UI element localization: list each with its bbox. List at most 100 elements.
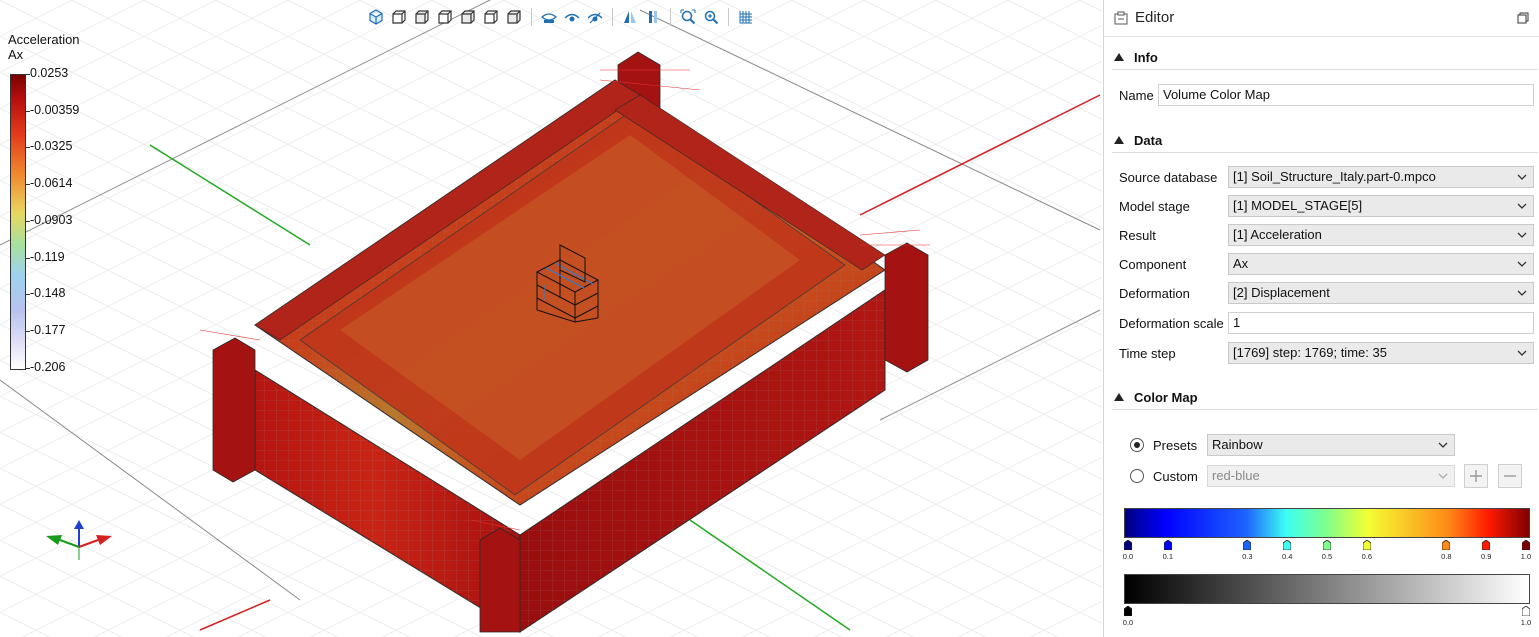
color-stop-label: 0.5 xyxy=(1321,552,1333,561)
radio-selected-dot xyxy=(1134,442,1140,448)
color-stop-marker[interactable] xyxy=(1124,540,1132,550)
legend-component: Ax xyxy=(8,47,24,62)
view-back-icon[interactable] xyxy=(412,7,432,27)
rainbow-color-ramp[interactable] xyxy=(1124,508,1530,538)
result-select[interactable]: [1] Acceleration xyxy=(1228,224,1534,246)
view-right-icon[interactable] xyxy=(458,7,478,27)
editor-titlebar: Editor xyxy=(1104,0,1539,37)
color-stop-marker[interactable] xyxy=(1283,540,1292,550)
info-section-header[interactable]: Info xyxy=(1112,47,1538,70)
color-stop-label: 0.8 xyxy=(1441,552,1452,561)
name-field[interactable]: Volume Color Map xyxy=(1158,84,1534,106)
chevron-down-icon xyxy=(1438,442,1448,448)
presets-label: Presets xyxy=(1153,438,1198,453)
presets-select[interactable]: Rainbow xyxy=(1207,434,1455,456)
component-value: Ax xyxy=(1233,256,1249,271)
color-stop-label: 1.0 xyxy=(1520,552,1532,561)
chevron-down-icon xyxy=(1517,350,1527,356)
eye-icon[interactable] xyxy=(562,7,582,27)
legend-label: -0.0614 xyxy=(30,176,73,190)
model-view[interactable] xyxy=(0,0,1102,637)
color-stop-marker[interactable] xyxy=(1362,540,1371,550)
custom-colormap-select[interactable]: red-blue xyxy=(1207,465,1455,487)
time-step-select[interactable]: [1769] step: 1769; time: 35 xyxy=(1228,342,1534,364)
color-stop-marker[interactable] xyxy=(1522,540,1530,550)
chevron-down-icon xyxy=(1517,261,1527,267)
color-stop-label: 1.0 xyxy=(1520,618,1532,627)
data-section-header[interactable]: Data xyxy=(1112,130,1538,153)
legend-label: -0.00359 xyxy=(30,103,80,117)
model-stage-value: [1] MODEL_STAGE[5] xyxy=(1233,198,1363,213)
color-stop-label: 0.4 xyxy=(1281,552,1293,561)
columns-icon[interactable] xyxy=(643,7,663,27)
view-left-icon[interactable] xyxy=(435,7,455,27)
legend-label: 0.0253 xyxy=(30,66,69,80)
chevron-down-icon xyxy=(1517,203,1527,209)
view-toolbar xyxy=(366,6,756,28)
corner-column xyxy=(479,527,521,633)
view-iso-icon[interactable] xyxy=(366,7,386,27)
color-stop-label: 0.0 xyxy=(1122,618,1134,627)
view-top-icon[interactable] xyxy=(481,7,501,27)
model-stage-select[interactable]: [1] MODEL_STAGE[5] xyxy=(1228,195,1534,217)
add-stop-button[interactable] xyxy=(1464,464,1488,488)
color-stop-marker[interactable] xyxy=(1442,540,1451,550)
data-section-title: Data xyxy=(1134,133,1163,148)
mirror-icon[interactable] xyxy=(620,7,640,27)
chevron-down-icon xyxy=(1438,473,1448,479)
collapse-icon[interactable] xyxy=(1114,53,1124,61)
editor-title: Editor xyxy=(1135,9,1175,26)
view-front-icon[interactable] xyxy=(389,7,409,27)
color-stop-label: 0.1 xyxy=(1162,552,1174,561)
show-surface-icon[interactable] xyxy=(539,7,559,27)
grid-icon[interactable] xyxy=(736,7,756,27)
color-stop-marker[interactable] xyxy=(1482,540,1491,550)
plus-icon xyxy=(1470,470,1482,482)
result-value: [1] Acceleration xyxy=(1233,227,1322,242)
zoom-fit-icon[interactable] xyxy=(678,7,698,27)
custom-label: Custom xyxy=(1153,469,1198,484)
color-stop-marker[interactable] xyxy=(1323,540,1331,550)
presets-radio[interactable] xyxy=(1130,438,1144,452)
toolbar-separator xyxy=(612,8,613,26)
presets-value: Rainbow xyxy=(1212,437,1263,452)
collapse-icon[interactable] xyxy=(1114,393,1124,401)
deformation-scale-label: Deformation scale xyxy=(1119,316,1224,331)
legend-color-bar xyxy=(10,74,26,370)
custom-colormap-value: red-blue xyxy=(1212,468,1260,483)
deformation-select[interactable]: [2] Displacement xyxy=(1228,282,1534,304)
color-stop-label: 0.0 xyxy=(1122,552,1134,561)
remove-stop-button[interactable] xyxy=(1498,464,1522,488)
zoom-icon[interactable] xyxy=(701,7,721,27)
legend-label: -0.206 xyxy=(30,360,66,374)
view-bottom-icon[interactable] xyxy=(504,7,524,27)
grayscale-color-ramp[interactable] xyxy=(1124,574,1530,604)
eye-hidden-icon[interactable] xyxy=(585,7,605,27)
component-label: Component xyxy=(1119,257,1187,272)
float-window-icon[interactable] xyxy=(1517,12,1529,24)
colormap-section-header[interactable]: Color Map xyxy=(1112,387,1538,410)
chevron-down-icon xyxy=(1517,174,1527,180)
time-step-value: [1769] step: 1769; time: 35 xyxy=(1233,345,1387,360)
colormap-section-title: Color Map xyxy=(1134,390,1198,405)
toolbar-separator xyxy=(728,8,729,26)
source-database-select[interactable]: [1] Soil_Structure_Italy.part-0.mpco xyxy=(1228,166,1534,188)
3d-viewport[interactable]: Acceleration Ax 0.0253 -0.00359 -0.0325 … xyxy=(0,0,1102,637)
component-select[interactable]: Ax xyxy=(1228,253,1534,275)
corner-column xyxy=(884,242,929,373)
corner-column xyxy=(212,337,256,483)
minus-icon xyxy=(1504,475,1516,477)
color-stop-marker[interactable] xyxy=(1163,540,1172,550)
collapse-icon[interactable] xyxy=(1114,136,1124,144)
color-stop-marker[interactable] xyxy=(1124,606,1132,616)
color-stop-marker[interactable] xyxy=(1243,540,1252,550)
custom-radio[interactable] xyxy=(1130,469,1144,483)
legend-label: -0.177 xyxy=(30,323,66,337)
color-stop-label: 0.6 xyxy=(1361,552,1373,561)
toolbar-separator xyxy=(670,8,671,26)
toolbar-separator xyxy=(531,8,532,26)
deformation-scale-field[interactable]: 1 xyxy=(1228,312,1534,334)
time-step-label: Time step xyxy=(1119,346,1176,361)
color-stop-marker[interactable] xyxy=(1522,606,1530,616)
name-label: Name xyxy=(1119,88,1154,103)
